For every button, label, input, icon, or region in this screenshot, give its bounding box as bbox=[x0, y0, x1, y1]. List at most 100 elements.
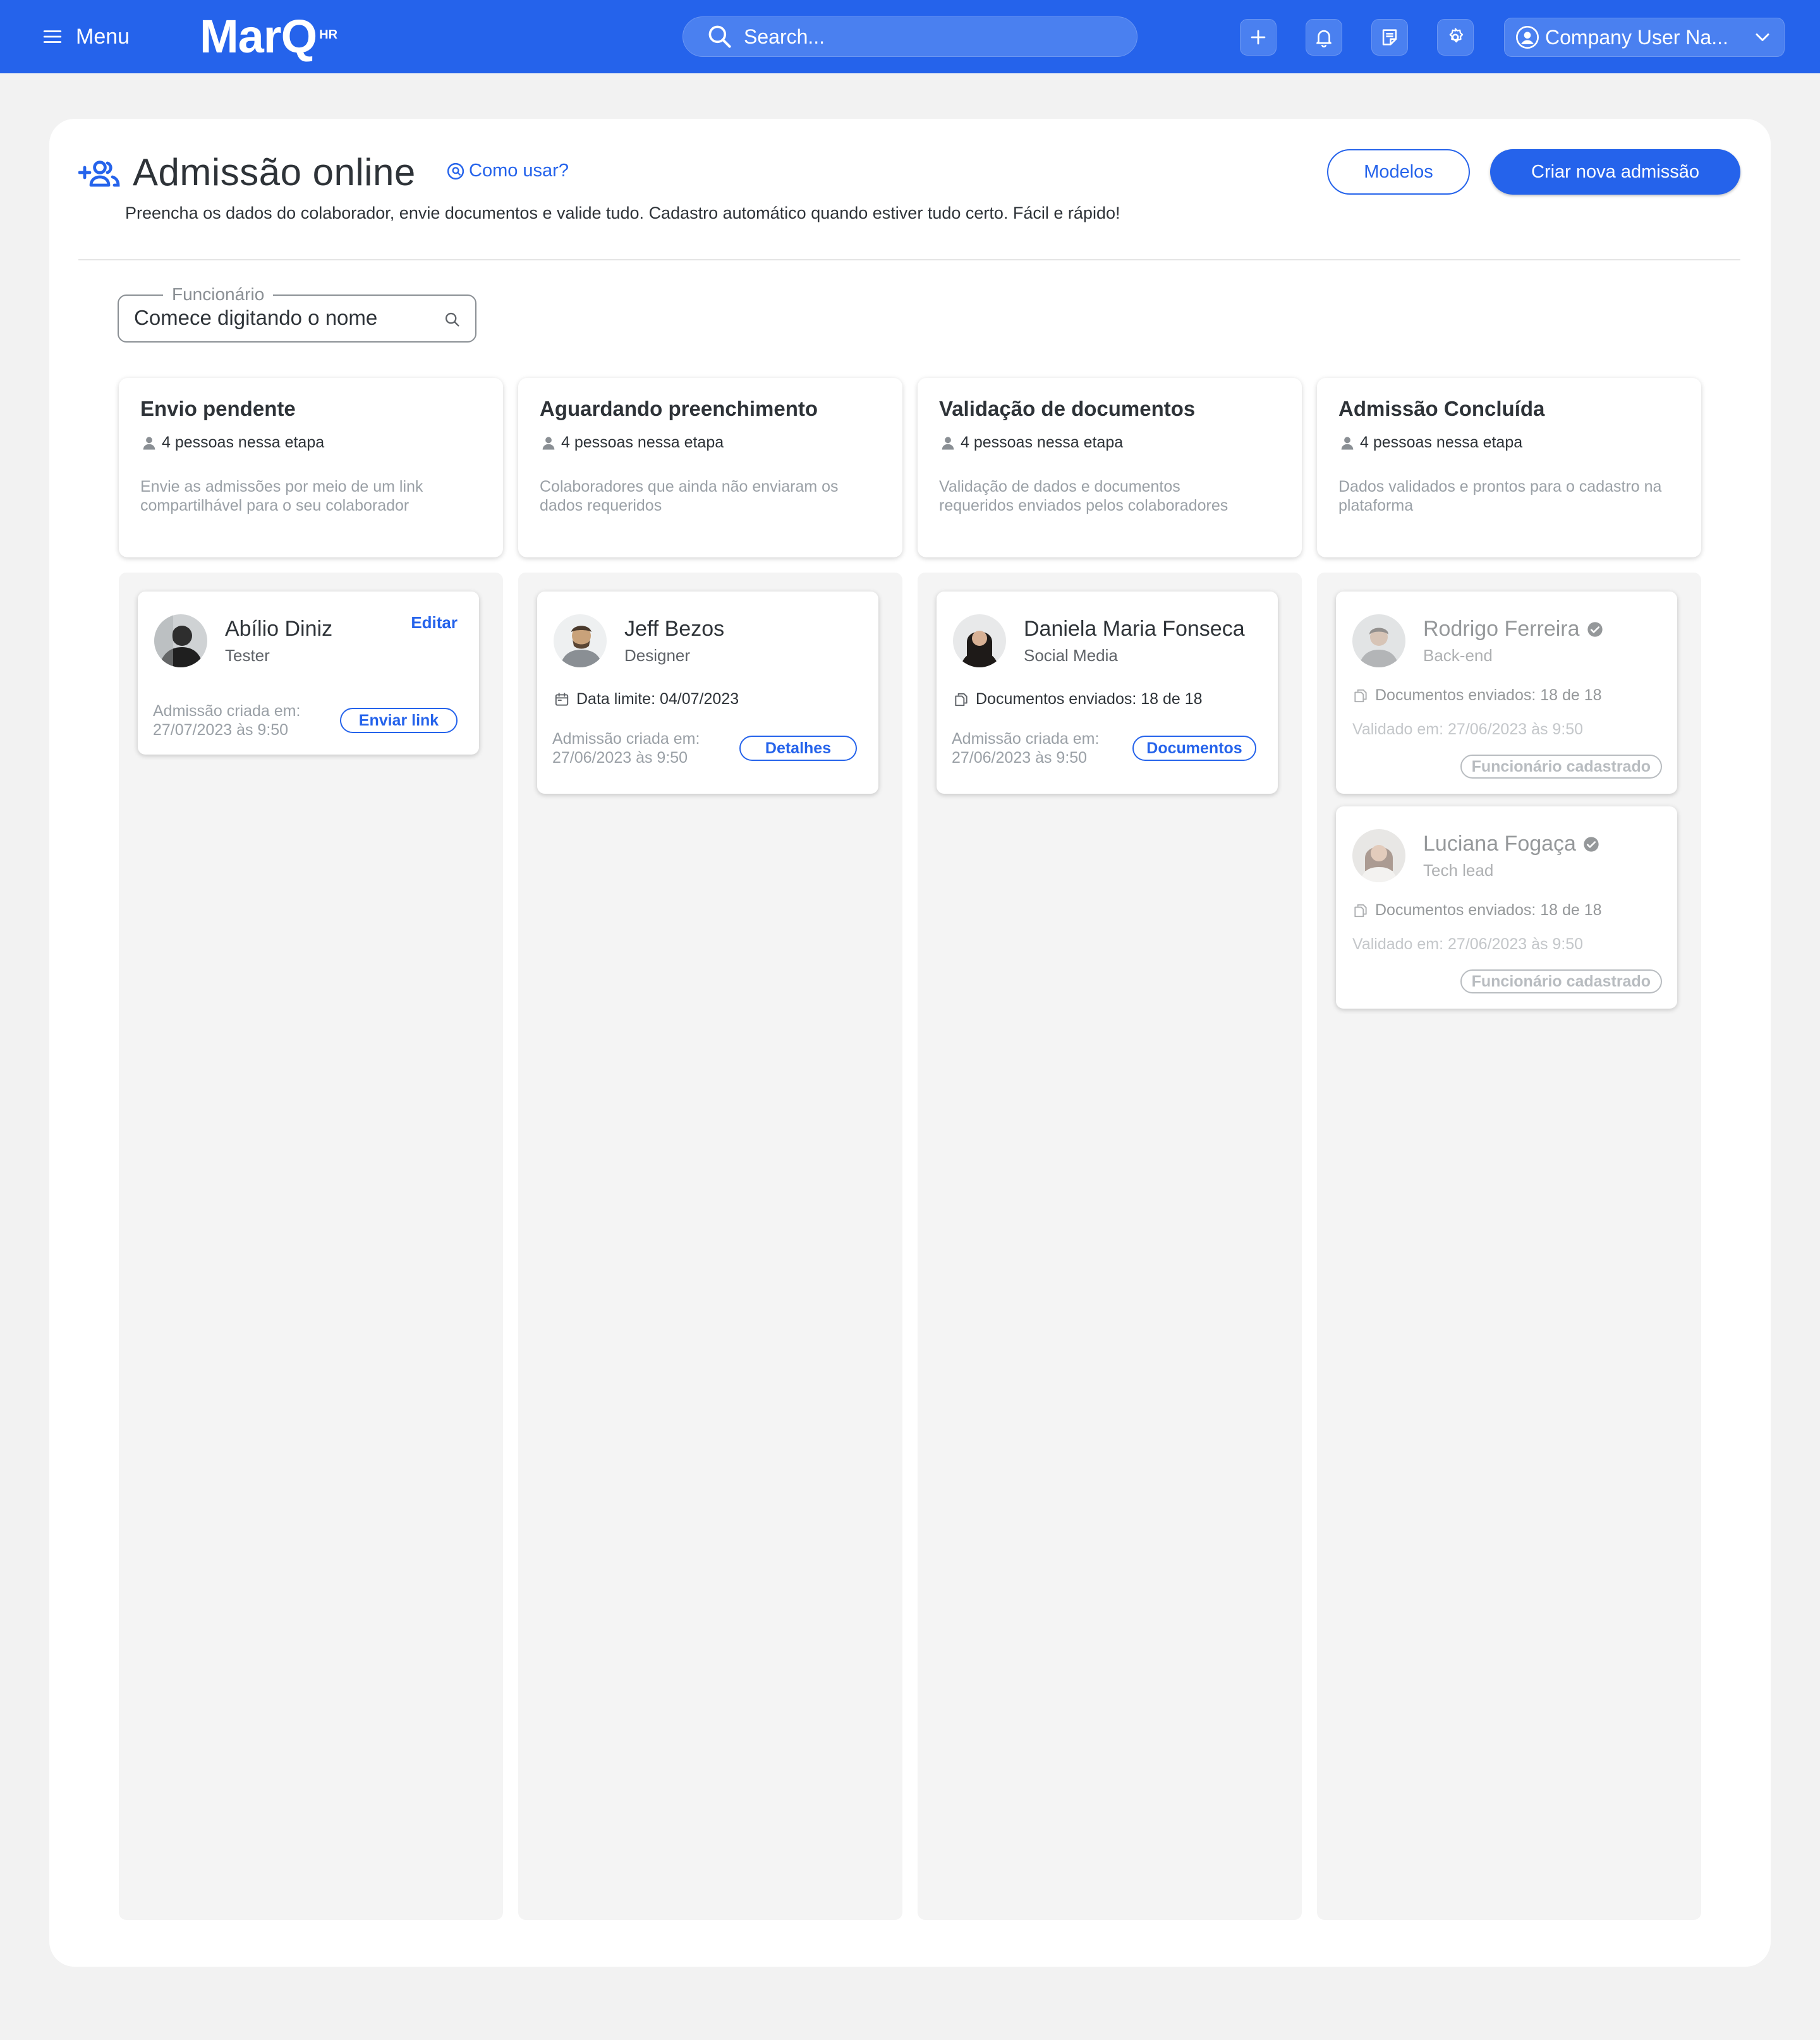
admission-card-rodrigo[interactable]: Rodrigo Ferreira Back-end Documentos env… bbox=[1336, 592, 1677, 794]
verified-check-icon bbox=[1584, 836, 1599, 852]
created-info: Admissão criada em: 27/06/2023 às 9:50 bbox=[952, 729, 1099, 767]
column-description-line: dados requeridos bbox=[540, 497, 662, 514]
hamburger-icon bbox=[43, 30, 62, 43]
employee-role: Tech lead bbox=[1423, 861, 1494, 880]
employee-name: Luciana Fogaça bbox=[1423, 832, 1600, 856]
documents-value: 18 de 18 bbox=[1141, 690, 1203, 708]
employee-name: Abílio Diniz bbox=[225, 617, 333, 641]
settings-button[interactable] bbox=[1437, 19, 1474, 56]
edit-link[interactable]: Editar bbox=[411, 613, 458, 633]
documents-line: Documentos enviados: 18 de 18 bbox=[1352, 686, 1602, 705]
column-description: Dados validados e prontos para o cadastr… bbox=[1338, 477, 1680, 515]
add-people-icon bbox=[78, 160, 120, 186]
documents-icon bbox=[955, 693, 968, 706]
column-body-pending bbox=[119, 573, 503, 1920]
column-count-text: 4 pessoas nessa etapa bbox=[561, 434, 724, 451]
column-header-awaiting: Aguardando preenchimento 4 pessoas nessa… bbox=[518, 378, 902, 557]
send-link-button[interactable]: Enviar link bbox=[340, 708, 458, 733]
logo-text: MarQ bbox=[200, 10, 317, 63]
column-description: Envie as admissões por meio de um link c… bbox=[140, 477, 482, 515]
page-title: Admissão online bbox=[133, 151, 416, 193]
validated-date: Validado em: 27/06/2023 às 9:50 bbox=[1352, 935, 1584, 953]
column-header-validation: Validação de documentos 4 pessoas nessa … bbox=[918, 378, 1302, 557]
created-date: 27/06/2023 às 9:50 bbox=[952, 749, 1088, 767]
column-description: Colaboradores que ainda não enviaram os … bbox=[540, 477, 881, 515]
admission-card-jeff[interactable]: Jeff Bezos Designer Data limite: 04/07/2… bbox=[537, 592, 878, 794]
employee-search-field[interactable]: Funcionário Comece digitando o nome bbox=[118, 284, 476, 343]
details-button[interactable]: Detalhes bbox=[739, 736, 857, 761]
logo-sup: HR bbox=[319, 28, 338, 42]
person-icon bbox=[143, 436, 155, 449]
column-header-pending: Envio pendente 4 pessoas nessa etapa Env… bbox=[119, 378, 503, 557]
person-icon bbox=[542, 436, 555, 449]
employee-registered-badge: Funcionário cadastrado bbox=[1460, 969, 1662, 993]
column-count-text: 4 pessoas nessa etapa bbox=[1360, 434, 1523, 451]
employee-role: Designer bbox=[624, 646, 691, 665]
search-input[interactable]: Search... bbox=[682, 16, 1138, 57]
documents-line: Documentos enviados: 18 de 18 bbox=[1352, 901, 1602, 920]
employee-registered-badge: Funcionário cadastrado bbox=[1460, 755, 1662, 779]
notes-button[interactable] bbox=[1371, 19, 1408, 56]
user-name: Company User Na... bbox=[1545, 25, 1728, 49]
column-title: Admissão Concluída bbox=[1338, 397, 1545, 420]
marq-logo[interactable]: MarQ HR bbox=[200, 9, 337, 64]
created-label: Admissão criada em: bbox=[552, 730, 700, 748]
column-count: 4 pessoas nessa etapa bbox=[540, 434, 881, 452]
documents-button[interactable]: Documentos bbox=[1132, 736, 1256, 761]
employee-field-placeholder: Comece digitando o nome bbox=[134, 306, 378, 329]
create-admission-button[interactable]: Criar nova admissão bbox=[1490, 149, 1740, 195]
chevron-down-icon bbox=[1756, 33, 1769, 41]
employee-role: Social Media bbox=[1024, 646, 1118, 665]
search-icon bbox=[708, 25, 731, 48]
admission-card-luciana[interactable]: Luciana Fogaça Tech lead Documentos envi… bbox=[1336, 806, 1677, 1009]
avatar bbox=[554, 614, 607, 667]
created-info: Admissão criada em: 27/07/2023 às 9:50 bbox=[153, 701, 300, 739]
column-description-line: Envie as admissões por meio de um link bbox=[140, 478, 423, 495]
add-button[interactable] bbox=[1240, 19, 1277, 56]
deadline-line: Data limite: 04/07/2023 bbox=[554, 690, 739, 708]
person-icon bbox=[942, 436, 954, 449]
how-to-use-link[interactable]: Como usar? bbox=[446, 161, 569, 181]
user-menu-button[interactable]: Company User Na... bbox=[1504, 18, 1785, 57]
avatar bbox=[953, 614, 1006, 667]
column-description-line: Colaboradores que ainda não enviaram os bbox=[540, 478, 839, 495]
verified-check-icon bbox=[1587, 621, 1603, 637]
search-placeholder: Search... bbox=[744, 25, 825, 48]
column-header-completed: Admissão Concluída 4 pessoas nessa etapa… bbox=[1317, 378, 1701, 557]
calendar-icon bbox=[555, 692, 569, 706]
employee-name: Daniela Maria Fonseca bbox=[1024, 617, 1245, 641]
documents-icon bbox=[1354, 689, 1367, 702]
documents-label: Documentos enviados: bbox=[976, 690, 1137, 708]
created-label: Admissão criada em: bbox=[952, 730, 1100, 748]
documents-label: Documentos enviados: bbox=[1375, 901, 1536, 919]
employee-field-label: Funcionário bbox=[163, 284, 274, 305]
column-count-text: 4 pessoas nessa etapa bbox=[961, 434, 1124, 451]
header-divider bbox=[78, 259, 1740, 260]
employee-role: Back-end bbox=[1423, 646, 1493, 665]
validated-date: Validado em: 27/06/2023 às 9:50 bbox=[1352, 720, 1584, 738]
admission-card-abilio[interactable]: Abílio Diniz Tester Editar Admissão cria… bbox=[138, 592, 479, 755]
column-count-text: 4 pessoas nessa etapa bbox=[162, 434, 325, 451]
documents-line: Documentos enviados: 18 de 18 bbox=[953, 690, 1203, 708]
help-circle-icon bbox=[447, 162, 464, 179]
column-title: Aguardando preenchimento bbox=[540, 397, 818, 420]
bell-icon bbox=[1316, 30, 1332, 48]
documents-icon bbox=[1354, 904, 1367, 917]
menu-label: Menu bbox=[76, 24, 130, 49]
notifications-button[interactable] bbox=[1306, 19, 1342, 56]
page-header: Admissão online bbox=[78, 150, 416, 194]
models-button[interactable]: Modelos bbox=[1327, 149, 1470, 195]
avatar bbox=[1352, 829, 1405, 882]
documents-label: Documentos enviados: bbox=[1375, 686, 1536, 704]
admission-card-daniela[interactable]: Daniela Maria Fonseca Social Media Docum… bbox=[937, 592, 1278, 794]
user-avatar-icon bbox=[1516, 26, 1539, 49]
documents-value: 18 de 18 bbox=[1540, 686, 1602, 704]
created-label: Admissão criada em: bbox=[153, 702, 301, 720]
top-navigation-bar: Menu MarQ HR Search... Company User Na..… bbox=[0, 0, 1820, 73]
menu-button[interactable]: Menu bbox=[42, 19, 130, 54]
column-description-line: requeridos enviados pelos colaboradores bbox=[939, 497, 1228, 514]
deadline-label: Data limite: bbox=[576, 690, 656, 708]
gear-icon bbox=[1449, 28, 1464, 43]
search-icon bbox=[445, 312, 459, 327]
employee-name-text: Rodrigo Ferreira bbox=[1423, 617, 1580, 641]
